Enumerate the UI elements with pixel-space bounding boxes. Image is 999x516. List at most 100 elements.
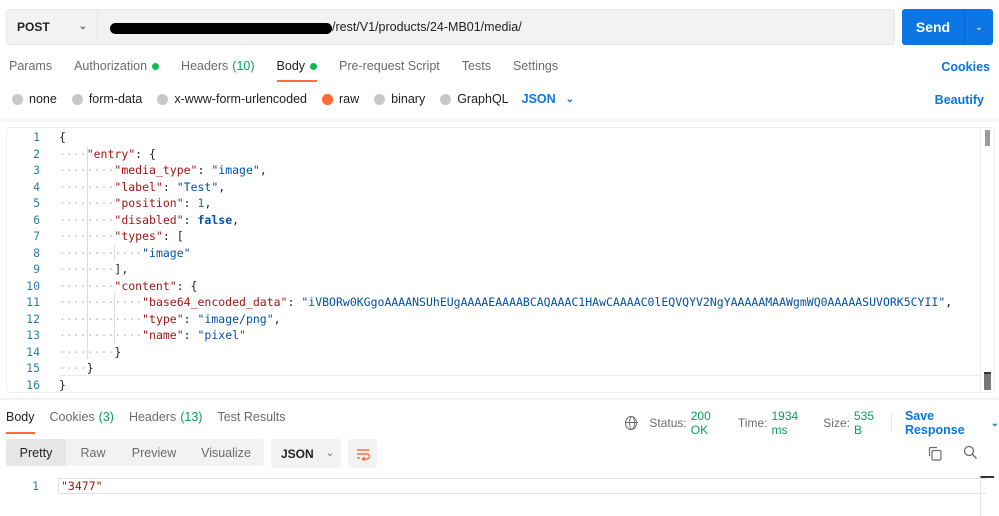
code-line: 8 ············"image" [7, 245, 979, 262]
line-number: 13 [26, 328, 40, 342]
wrap-lines-button[interactable] [348, 439, 377, 468]
send-options-button[interactable]: ⌄ [965, 9, 993, 45]
radio-graphql[interactable]: GraphQL [440, 92, 509, 106]
scrollbar-thumb[interactable] [985, 130, 990, 146]
size-label: Size: [823, 416, 850, 430]
view-raw[interactable]: Raw [66, 439, 120, 466]
size-value[interactable]: 535 B [854, 409, 881, 437]
body-type-selector: none form-data x-www-form-urlencoded raw bin… [12, 92, 574, 106]
tab-label: Body [276, 59, 306, 73]
view-preview[interactable]: Preview [120, 439, 188, 466]
send-button[interactable]: Send [902, 9, 965, 45]
response-status-bar: Status: 200 OK Time: 1934 ms Size: 535 B… [625, 409, 999, 437]
code-content: ········} [59, 344, 121, 361]
tab-tests[interactable]: Tests [462, 59, 491, 81]
response-tabs: Body Cookies (3) Headers (13) Test Results [6, 410, 301, 434]
radio-form-data[interactable]: form-data [71, 92, 142, 106]
tab-label: Headers [181, 59, 229, 73]
body-format-dropdown[interactable]: JSON ⌄ [522, 92, 574, 106]
response-text: "3477" [61, 479, 103, 493]
editor-scrollbar[interactable] [980, 128, 994, 392]
code-token: "name" [142, 328, 184, 342]
url-bar: POST ⌄ /rest/V1/products/24-MB01/media/ [6, 9, 895, 45]
response-tab-test-results[interactable]: Test Results [217, 410, 285, 432]
code-content: ········"label": "Test", [59, 179, 225, 196]
tab-count: (3) [98, 410, 114, 424]
radio-circle-icon[interactable] [12, 93, 23, 105]
code-content: ············"type": "image/png", [59, 311, 281, 328]
radio-raw[interactable]: raw [322, 92, 359, 106]
tab-params[interactable]: Params [9, 59, 52, 81]
time-label: Time: [737, 416, 768, 430]
tab-settings[interactable]: Settings [513, 59, 558, 81]
request-body-editor[interactable]: 1{2····"entry": {3········"media_type": … [6, 127, 995, 393]
search-button[interactable] [963, 445, 978, 463]
code-token: : [287, 295, 302, 309]
radio-circle-icon[interactable] [157, 93, 169, 105]
radio-circle-icon[interactable] [71, 93, 83, 105]
line-number: 4 [33, 179, 40, 194]
method-select[interactable]: POST ⌄ [7, 10, 98, 44]
code-token: , [232, 212, 240, 227]
code-token: "pixel" [197, 328, 246, 342]
code-line: 5 ········"position": 1, [7, 195, 979, 212]
send-button-group: Send ⌄ [902, 9, 993, 45]
response-line-highlight [58, 478, 986, 494]
line-number: 1 [33, 130, 40, 144]
scrollbar-thumb-bottom[interactable] [984, 372, 991, 390]
chevron-down-icon: ⌄ [78, 21, 87, 32]
code-token: "image" [142, 245, 191, 260]
response-body-viewer[interactable]: 1 "3477" [6, 476, 995, 516]
line-number: 14 [26, 344, 40, 359]
code-token: , [945, 295, 953, 309]
line-number: 9 [33, 262, 40, 276]
beautify-link[interactable]: Beautify [935, 93, 984, 107]
response-tab-headers[interactable]: Headers (13) [129, 410, 202, 432]
view-pretty[interactable]: Pretty [6, 439, 66, 466]
radio-circle-icon[interactable] [322, 93, 333, 105]
url-input[interactable]: /rest/V1/products/24-MB01/media/ [98, 10, 894, 44]
code-token: : [183, 196, 198, 210]
save-response-button[interactable]: Save Response ⌄ [905, 409, 999, 437]
body-format-label: JSON [521, 92, 556, 106]
code-token: false [197, 212, 233, 227]
response-format-label: JSON [281, 446, 314, 461]
code-line: 1{ [7, 129, 979, 146]
radio-circle-icon[interactable] [374, 93, 386, 105]
time-value[interactable]: 1934 ms [771, 409, 811, 437]
chevron-down-icon: ⌄ [565, 93, 575, 105]
url-text: /rest/V1/products/24-MB01/media/ [332, 20, 522, 34]
cookies-link[interactable]: Cookies [941, 60, 990, 74]
tab-count: (13) [180, 410, 203, 424]
radio-none[interactable]: none [12, 92, 57, 106]
response-tab-body[interactable]: Body [6, 410, 35, 434]
code-token: ], [114, 262, 129, 276]
code-line: 16} [7, 377, 979, 393]
response-tab-cookies[interactable]: Cookies (3) [50, 410, 114, 432]
radio-binary[interactable]: binary [374, 92, 425, 106]
tab-authorization[interactable]: Authorization [74, 59, 160, 81]
tab-label: Params [9, 59, 53, 73]
radio-x-www-form-urlencoded[interactable]: x-www-form-urlencoded [157, 92, 307, 106]
indent-whitespace: ············ [59, 328, 143, 342]
code-content: ············"base64_encoded_data": "iVBO… [59, 294, 952, 311]
response-scrollbar[interactable] [980, 476, 994, 516]
view-visualize[interactable]: Visualize [188, 439, 264, 466]
response-format-dropdown[interactable]: JSON ⌄ [271, 439, 341, 468]
tab-headers[interactable]: Headers (10) [181, 59, 254, 81]
chevron-down-icon: ⌄ [325, 448, 335, 459]
radio-circle-icon[interactable] [440, 93, 452, 105]
panel-divider[interactable] [0, 398, 999, 400]
code-token: } [114, 344, 122, 359]
redacted-url-host [110, 22, 332, 34]
globe-icon[interactable] [625, 416, 639, 430]
tab-pre-request-script[interactable]: Pre-request Script [339, 59, 440, 81]
tab-body[interactable]: Body [276, 59, 318, 82]
copy-button[interactable] [928, 446, 942, 464]
code-token: : [197, 163, 212, 177]
code-content: ····"entry": { [59, 146, 156, 163]
code-content: { [59, 129, 66, 146]
radio-label: GraphQL [457, 92, 509, 106]
status-value[interactable]: 200 OK [691, 409, 726, 437]
tab-label: Authorization [74, 59, 148, 73]
